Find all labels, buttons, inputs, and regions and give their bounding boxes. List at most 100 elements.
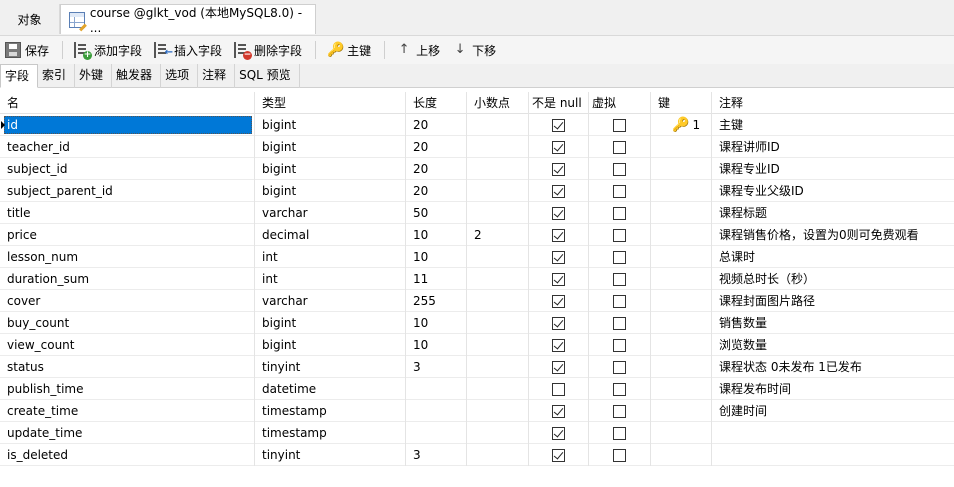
key-cell[interactable] (651, 268, 712, 290)
field-decimals-cell[interactable] (467, 114, 529, 136)
virtual-checkbox[interactable] (613, 427, 626, 440)
virtual-checkbox[interactable] (613, 295, 626, 308)
save-button[interactable]: 保存 (0, 38, 54, 62)
key-cell[interactable] (651, 290, 712, 312)
column-header-type[interactable]: 类型 (255, 92, 406, 114)
column-header-virtual[interactable]: 虚拟 (589, 92, 651, 114)
insert-field-button[interactable]: ← 插入字段 (149, 38, 227, 62)
not-null-checkbox[interactable] (552, 229, 565, 242)
virtual-checkbox[interactable] (613, 361, 626, 374)
field-length-cell[interactable]: 3 (406, 356, 467, 378)
field-decimals-cell[interactable] (467, 444, 529, 466)
field-decimals-cell[interactable] (467, 422, 529, 444)
key-cell[interactable] (651, 202, 712, 224)
field-type-cell[interactable]: tinyint (255, 356, 406, 378)
tab-comment[interactable]: 注释 (198, 64, 236, 88)
table-row[interactable]: teacher_id bigint 20 课程讲师ID (0, 136, 954, 158)
table-row[interactable]: publish_time datetime 课程发布时间 (0, 378, 954, 400)
virtual-checkbox[interactable] (613, 339, 626, 352)
field-length-cell[interactable] (406, 400, 467, 422)
key-cell[interactable] (651, 180, 712, 202)
field-decimals-cell[interactable] (467, 334, 529, 356)
virtual-checkbox[interactable] (613, 383, 626, 396)
table-row[interactable]: subject_id bigint 20 课程专业ID (0, 158, 954, 180)
column-header-not-null[interactable]: 不是 null (529, 92, 589, 114)
field-length-cell[interactable]: 10 (406, 312, 467, 334)
key-cell[interactable] (651, 378, 712, 400)
field-comment-cell[interactable] (712, 444, 954, 466)
field-decimals-cell[interactable] (467, 290, 529, 312)
field-comment-cell[interactable]: 课程专业ID (712, 158, 954, 180)
field-decimals-cell[interactable] (467, 356, 529, 378)
field-comment-cell[interactable]: 课程专业父级ID (712, 180, 954, 202)
field-comment-cell[interactable]: 课程发布时间 (712, 378, 954, 400)
field-name-cell[interactable]: buy_count (0, 312, 255, 334)
field-type-cell[interactable]: timestamp (255, 400, 406, 422)
column-header-length[interactable]: 长度 (406, 92, 467, 114)
field-name-cell[interactable]: title (0, 202, 255, 224)
table-row[interactable]: create_time timestamp 创建时间 (0, 400, 954, 422)
field-type-cell[interactable]: varchar (255, 290, 406, 312)
field-name-cell[interactable]: status (0, 356, 255, 378)
field-length-cell[interactable]: 10 (406, 246, 467, 268)
column-header-decimals[interactable]: 小数点 (467, 92, 529, 114)
virtual-checkbox[interactable] (613, 229, 626, 242)
tab-triggers[interactable]: 触发器 (112, 64, 162, 88)
tab-fields[interactable]: 字段 (0, 64, 39, 88)
field-name-cell[interactable]: teacher_id (0, 136, 255, 158)
key-cell[interactable] (651, 224, 712, 246)
table-row[interactable]: lesson_num int 10 总课时 (0, 246, 954, 268)
field-decimals-cell[interactable] (467, 378, 529, 400)
virtual-checkbox[interactable] (613, 273, 626, 286)
field-name-cell[interactable]: duration_sum (0, 268, 255, 290)
not-null-checkbox[interactable] (552, 427, 565, 440)
field-length-cell[interactable]: 50 (406, 202, 467, 224)
field-type-cell[interactable]: tinyint (255, 444, 406, 466)
tab-indexes[interactable]: 索引 (38, 64, 76, 88)
field-name-cell[interactable]: lesson_num (0, 246, 255, 268)
key-cell[interactable] (651, 334, 712, 356)
key-cell[interactable] (651, 400, 712, 422)
field-name-cell[interactable]: price (0, 224, 255, 246)
field-name-cell[interactable]: id (0, 114, 255, 136)
not-null-checkbox[interactable] (552, 339, 565, 352)
field-comment-cell[interactable] (712, 422, 954, 444)
virtual-checkbox[interactable] (613, 185, 626, 198)
table-row[interactable]: duration_sum int 11 视频总时长（秒） (0, 268, 954, 290)
field-length-cell[interactable]: 10 (406, 224, 467, 246)
not-null-checkbox[interactable] (552, 163, 565, 176)
field-type-cell[interactable]: int (255, 268, 406, 290)
field-comment-cell[interactable]: 销售数量 (712, 312, 954, 334)
field-comment-cell[interactable]: 视频总时长（秒） (712, 268, 954, 290)
key-cell[interactable] (651, 246, 712, 268)
table-row[interactable]: update_time timestamp (0, 422, 954, 444)
not-null-checkbox[interactable] (552, 295, 565, 308)
not-null-checkbox[interactable] (552, 317, 565, 330)
field-type-cell[interactable]: bigint (255, 312, 406, 334)
virtual-checkbox[interactable] (613, 317, 626, 330)
column-header-name[interactable]: 名 (0, 92, 255, 114)
virtual-checkbox[interactable] (613, 207, 626, 220)
tab-foreign-keys[interactable]: 外键 (75, 64, 113, 88)
field-decimals-cell[interactable] (467, 246, 529, 268)
virtual-checkbox[interactable] (613, 163, 626, 176)
field-type-cell[interactable]: int (255, 246, 406, 268)
table-row[interactable]: buy_count bigint 10 销售数量 (0, 312, 954, 334)
table-row[interactable]: cover varchar 255 课程封面图片路径 (0, 290, 954, 312)
primary-key-button[interactable]: 🔑 主键 (322, 38, 376, 62)
field-decimals-cell[interactable] (467, 158, 529, 180)
field-comment-cell[interactable]: 总课时 (712, 246, 954, 268)
field-name-cell[interactable]: cover (0, 290, 255, 312)
key-cell[interactable] (651, 158, 712, 180)
tab-objects[interactable]: 对象 (0, 4, 60, 34)
field-type-cell[interactable]: varchar (255, 202, 406, 224)
table-row[interactable]: title varchar 50 课程标题 (0, 202, 954, 224)
field-length-cell[interactable]: 20 (406, 180, 467, 202)
key-cell[interactable] (651, 312, 712, 334)
field-type-cell[interactable]: datetime (255, 378, 406, 400)
not-null-checkbox[interactable] (552, 251, 565, 264)
not-null-checkbox[interactable] (552, 119, 565, 132)
field-name-cell[interactable]: publish_time (0, 378, 255, 400)
field-length-cell[interactable] (406, 422, 467, 444)
not-null-checkbox[interactable] (552, 449, 565, 462)
